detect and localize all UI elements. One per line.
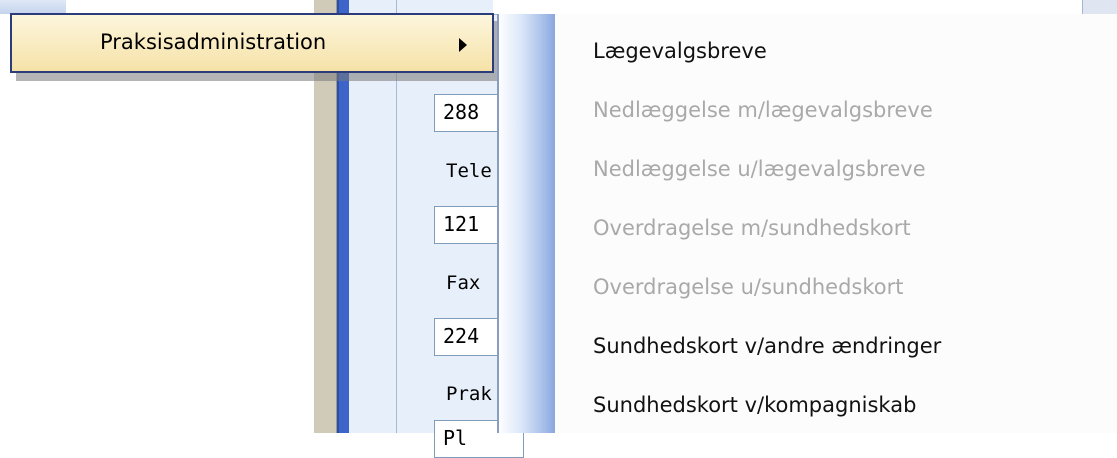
background-top-bar-button	[1082, 0, 1117, 14]
submenu-item-nedlaeggelse-m: Nedlæggelse m/lægevalgsbreve	[555, 84, 1117, 142]
submenu-item-overdragelse-m: Overdragelse m/sundhedskort	[555, 202, 1117, 260]
menu-item-praksisadministration[interactable]: Praksisadministration	[10, 13, 494, 73]
submenu-item-label: Lægevalgsbreve	[593, 39, 767, 63]
form-label-fax: Fax	[446, 272, 481, 294]
context-menu: Praksisadministration	[0, 0, 500, 95]
submenu-item-nedlaeggelse-u: Nedlæggelse u/lægevalgsbreve	[555, 143, 1117, 201]
form-label-phone: Tele	[446, 160, 492, 182]
submenu-item-label: Sundhedskort v/kompagniskab	[593, 393, 917, 417]
menu-top-strip	[0, 0, 66, 14]
submenu-icon-rail	[499, 14, 555, 433]
submenu-item-label: Nedlæggelse m/lægevalgsbreve	[593, 98, 933, 122]
form-label-practice: Prak	[446, 383, 492, 405]
submenu-item-label: Sundhedskort v/andre ændringer	[593, 334, 942, 358]
background-top-bar	[493, 0, 1117, 15]
submenu: Lægevalgsbreve Nedlæggelse m/lægevalgsbr…	[497, 14, 1117, 433]
submenu-item-overdragelse-u: Overdragelse u/sundhedskort	[555, 261, 1117, 319]
chevron-right-icon	[459, 38, 467, 52]
submenu-item-label: Overdragelse m/sundhedskort	[593, 216, 911, 240]
submenu-item-laegevalgsbreve[interactable]: Lægevalgsbreve	[555, 25, 1117, 83]
submenu-item-label: Overdragelse u/sundhedskort	[593, 275, 904, 299]
menu-item-label: Praksisadministration	[100, 30, 327, 54]
submenu-item-sundhedskort-andre[interactable]: Sundhedskort v/andre ændringer	[555, 320, 1117, 378]
submenu-item-sundhedskort-kompagniskab[interactable]: Sundhedskort v/kompagniskab	[555, 379, 1117, 433]
submenu-item-label: Nedlæggelse u/lægevalgsbreve	[593, 157, 926, 181]
